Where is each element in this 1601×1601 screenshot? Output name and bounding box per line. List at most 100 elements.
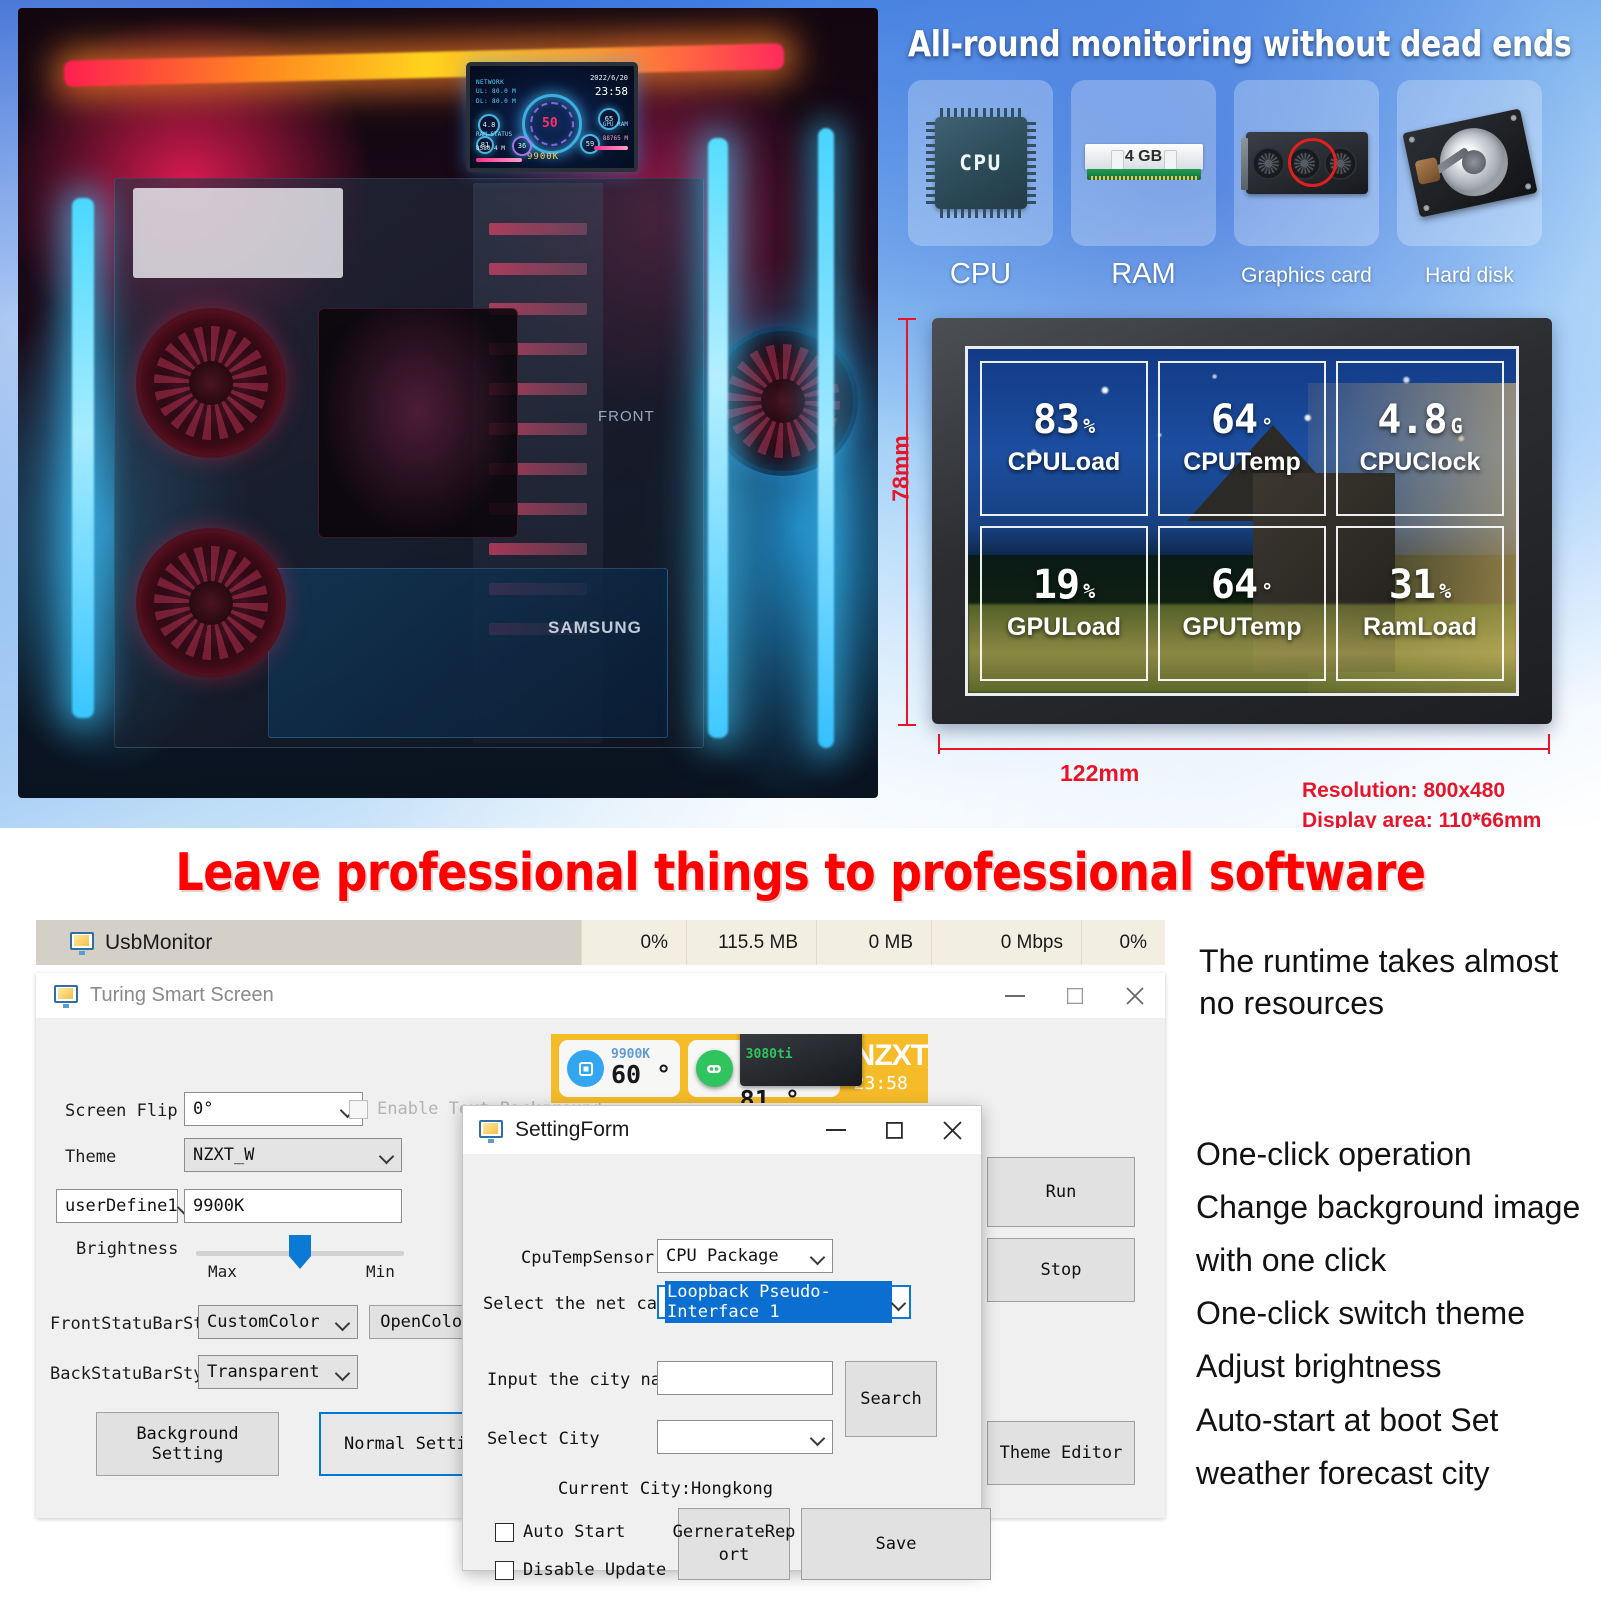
cpu-name-value: 9900K bbox=[193, 1196, 245, 1216]
generate-report-label: GernerateRep ort bbox=[672, 1522, 796, 1565]
feature-item: One-click switch theme bbox=[1196, 1295, 1525, 1332]
screen-flip-select[interactable]: 0° bbox=[184, 1092, 363, 1126]
save-button[interactable]: Save bbox=[801, 1508, 991, 1580]
hero-section: SAMSUNG FRONT NETWORK UL: 80.0 M DL: 80.… bbox=[0, 0, 1601, 828]
monitor-icon bbox=[70, 932, 94, 955]
component-card-graphics bbox=[1234, 80, 1379, 246]
task-manager-row: UsbMonitor 0% 115.5 MB 0 MB 0 Mbps 0% bbox=[36, 920, 1165, 965]
motherboard bbox=[268, 568, 668, 738]
rgb-light-strip bbox=[72, 198, 94, 718]
window-controls bbox=[985, 973, 1165, 1019]
setting-form-maximize-button[interactable] bbox=[865, 1106, 923, 1154]
mini-cpu-model: 9900K bbox=[527, 152, 560, 162]
task-manager-process-cell[interactable]: UsbMonitor bbox=[36, 920, 581, 965]
lcd-metric-name: GPULoad bbox=[1007, 613, 1121, 641]
net-card-select[interactable]: Loopback Pseudo-Interface 1 bbox=[657, 1281, 911, 1323]
mini-display-canvas: NETWORK UL: 80.0 M DL: 80.0 M 2022/6/20 … bbox=[470, 66, 634, 168]
select-city-select[interactable] bbox=[657, 1420, 833, 1454]
hard-disk-icon bbox=[1401, 108, 1538, 218]
app-title-text: Turing Smart Screen bbox=[90, 984, 274, 1006]
psu-bay bbox=[133, 188, 343, 278]
generate-report-button[interactable]: GernerateRep ort bbox=[673, 1508, 795, 1580]
lcd-value: 64 bbox=[1210, 562, 1258, 608]
nzxt-clock: 23:58 bbox=[853, 1072, 908, 1094]
component-card-row: CPU 4 GB bbox=[908, 80, 1542, 246]
net-card-value: Loopback Pseudo-Interface 1 bbox=[665, 1281, 893, 1323]
setting-form-minimize-button[interactable] bbox=[807, 1106, 865, 1154]
background-setting-label: Background Setting bbox=[136, 1424, 239, 1464]
feature-item: Change background image with one click bbox=[1196, 1189, 1581, 1279]
task-manager-metrics: 0% 115.5 MB 0 MB 0 Mbps 0% bbox=[581, 920, 1165, 965]
search-button[interactable]: Search bbox=[845, 1361, 937, 1437]
lcd-metric-grid: 83% CPULoad 64 ° CPUTemp 4.8 G CPUClock 19… bbox=[968, 349, 1516, 693]
lcd-metric-gpuload: 19% GPULoad bbox=[980, 526, 1148, 681]
mini-network-block: NETWORK UL: 80.0 M DL: 80.0 M bbox=[476, 78, 516, 106]
width-dimension-cap-right bbox=[1548, 734, 1550, 754]
component-card-harddisk bbox=[1397, 80, 1542, 246]
task-manager-disk: 0 MB bbox=[816, 920, 931, 965]
cpu-cooler bbox=[318, 308, 518, 538]
mini-network-label: NETWORK bbox=[476, 79, 505, 86]
component-label-cpu: CPU bbox=[949, 258, 1012, 290]
current-city-text: Current City:Hongkong bbox=[558, 1479, 773, 1499]
mini-ram-status-label: RAM STATUS bbox=[476, 131, 513, 138]
brightness-slider-thumb[interactable] bbox=[289, 1235, 311, 1269]
brightness-max-label: Max bbox=[208, 1262, 237, 1281]
run-button[interactable]: Run bbox=[987, 1157, 1135, 1227]
mini-download: DL: 80.0 M bbox=[476, 97, 517, 105]
city-name-input[interactable] bbox=[657, 1361, 833, 1395]
mini-gpu-ram: 88765 M bbox=[602, 135, 628, 142]
select-city-label: Select City bbox=[487, 1429, 600, 1449]
lcd-value: 64 bbox=[1210, 397, 1258, 443]
theme-select[interactable]: NZXT_W bbox=[184, 1138, 402, 1172]
rgb-light-strip bbox=[63, 43, 785, 87]
maximize-button[interactable] bbox=[1045, 973, 1105, 1019]
stop-label: Stop bbox=[1040, 1260, 1082, 1280]
theme-editor-button[interactable]: Theme Editor bbox=[987, 1421, 1135, 1485]
theme-label: Theme bbox=[65, 1147, 117, 1167]
close-button[interactable] bbox=[1105, 973, 1165, 1019]
ram-stick-icon: 4 GB bbox=[1084, 140, 1203, 186]
gpu-badge-icon bbox=[695, 1050, 733, 1087]
task-manager-gpu: 0% bbox=[1081, 920, 1165, 965]
lcd-metric-gputemp: 64 ° GPUTemp bbox=[1158, 526, 1326, 681]
front-label: FRONT bbox=[598, 408, 655, 425]
mini-time: 23:58 bbox=[594, 84, 628, 98]
cpu-chip-label: CPU bbox=[959, 151, 1002, 175]
lcd-metric-name: RamLoad bbox=[1363, 613, 1477, 641]
mini-gpu-ram-label: GPU RAM bbox=[602, 121, 628, 128]
cpu-temp-sensor-select[interactable]: CPU Package bbox=[657, 1239, 833, 1273]
checkbox-box bbox=[349, 1099, 368, 1119]
back-bar-style-select[interactable]: Transparent bbox=[198, 1355, 358, 1389]
feature-item: Adjust brightness bbox=[1196, 1348, 1442, 1385]
component-label-harddisk: Hard disk bbox=[1425, 264, 1514, 287]
auto-start-label: Auto Start bbox=[523, 1522, 626, 1542]
chevron-down-icon bbox=[811, 1431, 824, 1444]
lcd-value: 31 bbox=[1388, 562, 1436, 608]
lcd-unit: ° bbox=[1261, 414, 1274, 438]
front-bar-style-select[interactable]: CustomColor bbox=[198, 1305, 358, 1339]
task-manager-network: 0 Mbps bbox=[931, 920, 1081, 965]
mini-gauge-e: 36 bbox=[512, 136, 532, 156]
background-setting-button[interactable]: Background Setting bbox=[96, 1412, 279, 1476]
rgb-light-strip bbox=[818, 128, 834, 748]
ram-capacity-label: 4 GB bbox=[1124, 148, 1163, 165]
checkbox-box bbox=[495, 1522, 514, 1542]
lcd-screen: 83% CPULoad 64 ° CPUTemp 4.8 G CPUClock 19… bbox=[965, 346, 1519, 696]
lcd-unit: % bbox=[1083, 414, 1096, 438]
spec-display-area: Display area: 110*66mm bbox=[1302, 809, 1542, 828]
task-manager-process-name: UsbMonitor bbox=[105, 930, 213, 954]
product-marketing-page: SAMSUNG FRONT NETWORK UL: 80.0 M DL: 80.… bbox=[0, 0, 1601, 1601]
mini-datetime-block: 2022/6/20 23:58 bbox=[590, 73, 628, 100]
cpu-name-input[interactable]: 9900K bbox=[184, 1189, 402, 1223]
width-dimension-line bbox=[938, 748, 1550, 750]
brightness-label: Brightness bbox=[76, 1239, 179, 1259]
run-label: Run bbox=[1045, 1182, 1077, 1202]
lcd-metric-name: CPUClock bbox=[1359, 448, 1481, 476]
disable-update-checkbox[interactable]: Disable Update bbox=[495, 1560, 666, 1580]
auto-start-checkbox[interactable]: Auto Start bbox=[495, 1522, 625, 1542]
stop-button[interactable]: Stop bbox=[987, 1238, 1135, 1302]
setting-form-close-button[interactable] bbox=[923, 1106, 981, 1154]
minimize-button[interactable] bbox=[985, 973, 1045, 1019]
user-define-select[interactable]: userDefine1 bbox=[56, 1189, 178, 1223]
